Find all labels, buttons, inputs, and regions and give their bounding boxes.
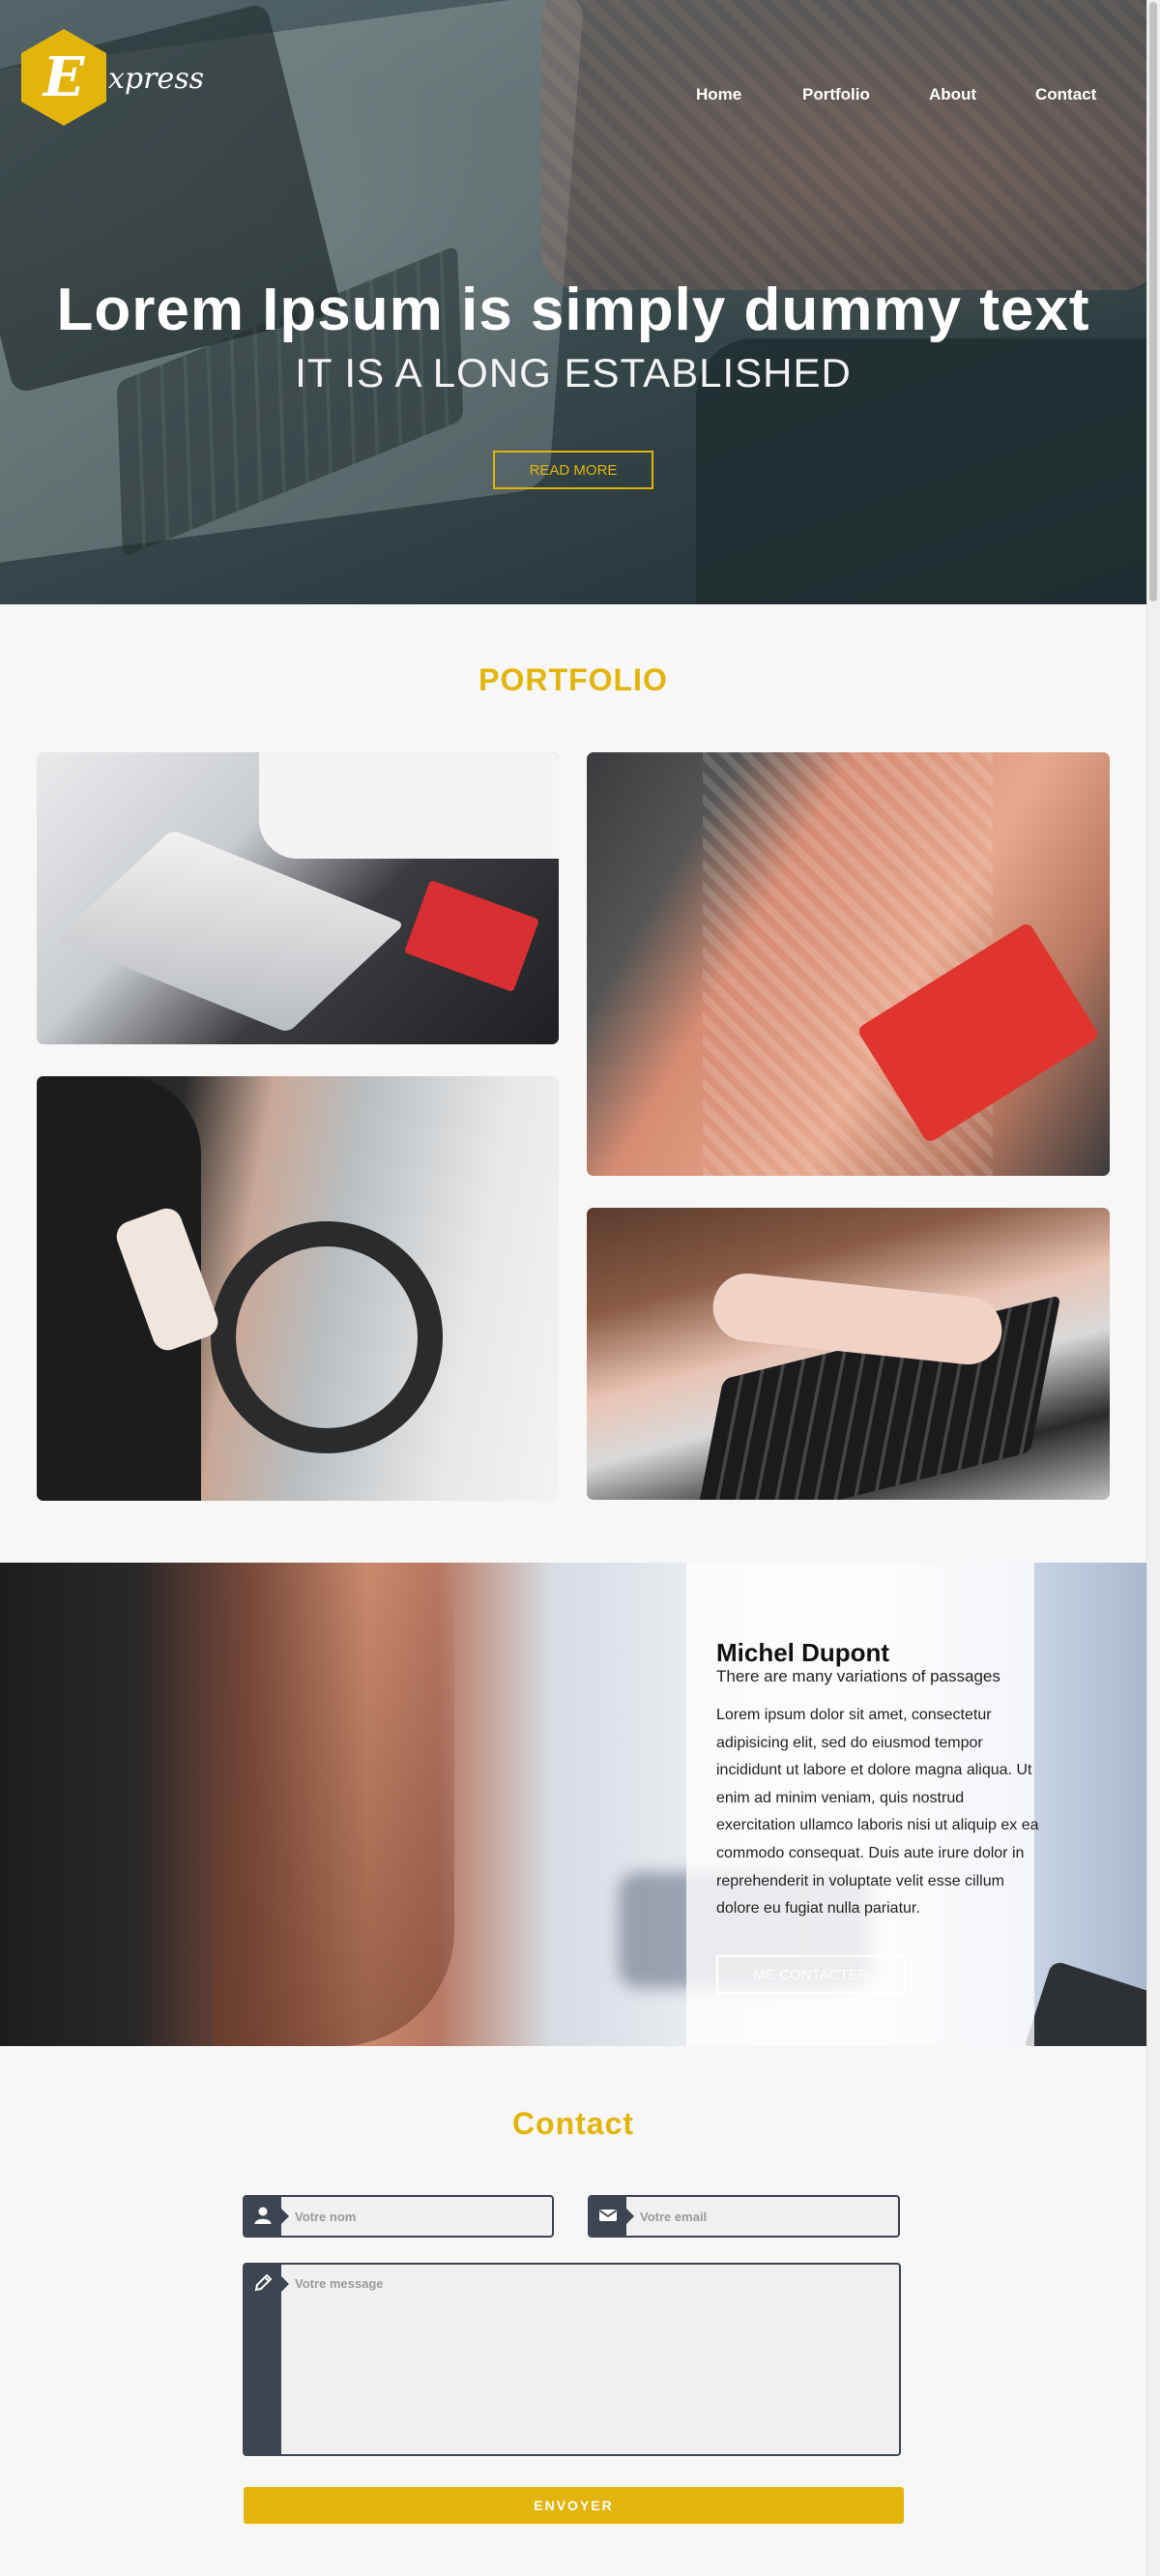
envelope-icon [590,2197,634,2236]
hero-section: E xpress Home Portfolio About Contact Lo… [0,0,1146,604]
scrollbar-thumb[interactable] [1149,2,1157,601]
nav-about[interactable]: About [929,85,976,104]
user-icon [245,2197,289,2236]
nav-portfolio[interactable]: Portfolio [802,85,870,104]
about-name: Michel Dupont [716,1638,890,1667]
photo-shape [259,752,559,859]
portfolio-image-laptop-desk[interactable] [37,752,559,1044]
contact-title: Contact [511,2106,635,2141]
email-field [588,2195,900,2238]
logo-hexagon: E [21,29,106,126]
brand-logo[interactable]: E xpress [21,29,204,128]
message-textarea[interactable] [295,2276,891,2446]
photo-shape [403,879,540,993]
email-input[interactable] [640,2197,890,2236]
photo-shape [211,1221,443,1453]
nav-contact[interactable]: Contact [1035,85,1096,104]
about-photo-phone [1022,1959,1146,2046]
page-scrollbar[interactable] [1146,0,1160,2576]
read-more-button[interactable]: READ MORE [493,451,653,489]
about-photo-hair [213,1563,454,2046]
name-input[interactable] [295,2197,544,2236]
portfolio-image-typing[interactable] [587,1208,1110,1500]
contact-me-button[interactable]: ME CONTACTER [716,1955,906,1994]
photo-shape [54,829,406,1034]
about-body: Lorem ipsum dolor sit amet, consectetur … [716,1707,1039,1917]
name-field [243,2195,554,2238]
message-field [243,2263,901,2456]
nav-home[interactable]: Home [696,85,741,104]
portfolio-image-notebook[interactable] [587,752,1110,1176]
hero-subtitle: IT IS A LONG ESTABLISHED [295,350,852,395]
about-tagline: There are many variations of passages [716,1667,1000,1685]
hero-title: Lorem Ipsum is simply dummy text [56,277,1090,343]
main-nav: Home Portfolio About Contact [0,85,1146,108]
send-button[interactable]: ENVOYER [244,2487,904,2524]
portfolio-title: PORTFOLIO [478,662,668,697]
pencil-icon [245,2265,289,2454]
portfolio-image-phone-call[interactable] [37,1076,559,1501]
